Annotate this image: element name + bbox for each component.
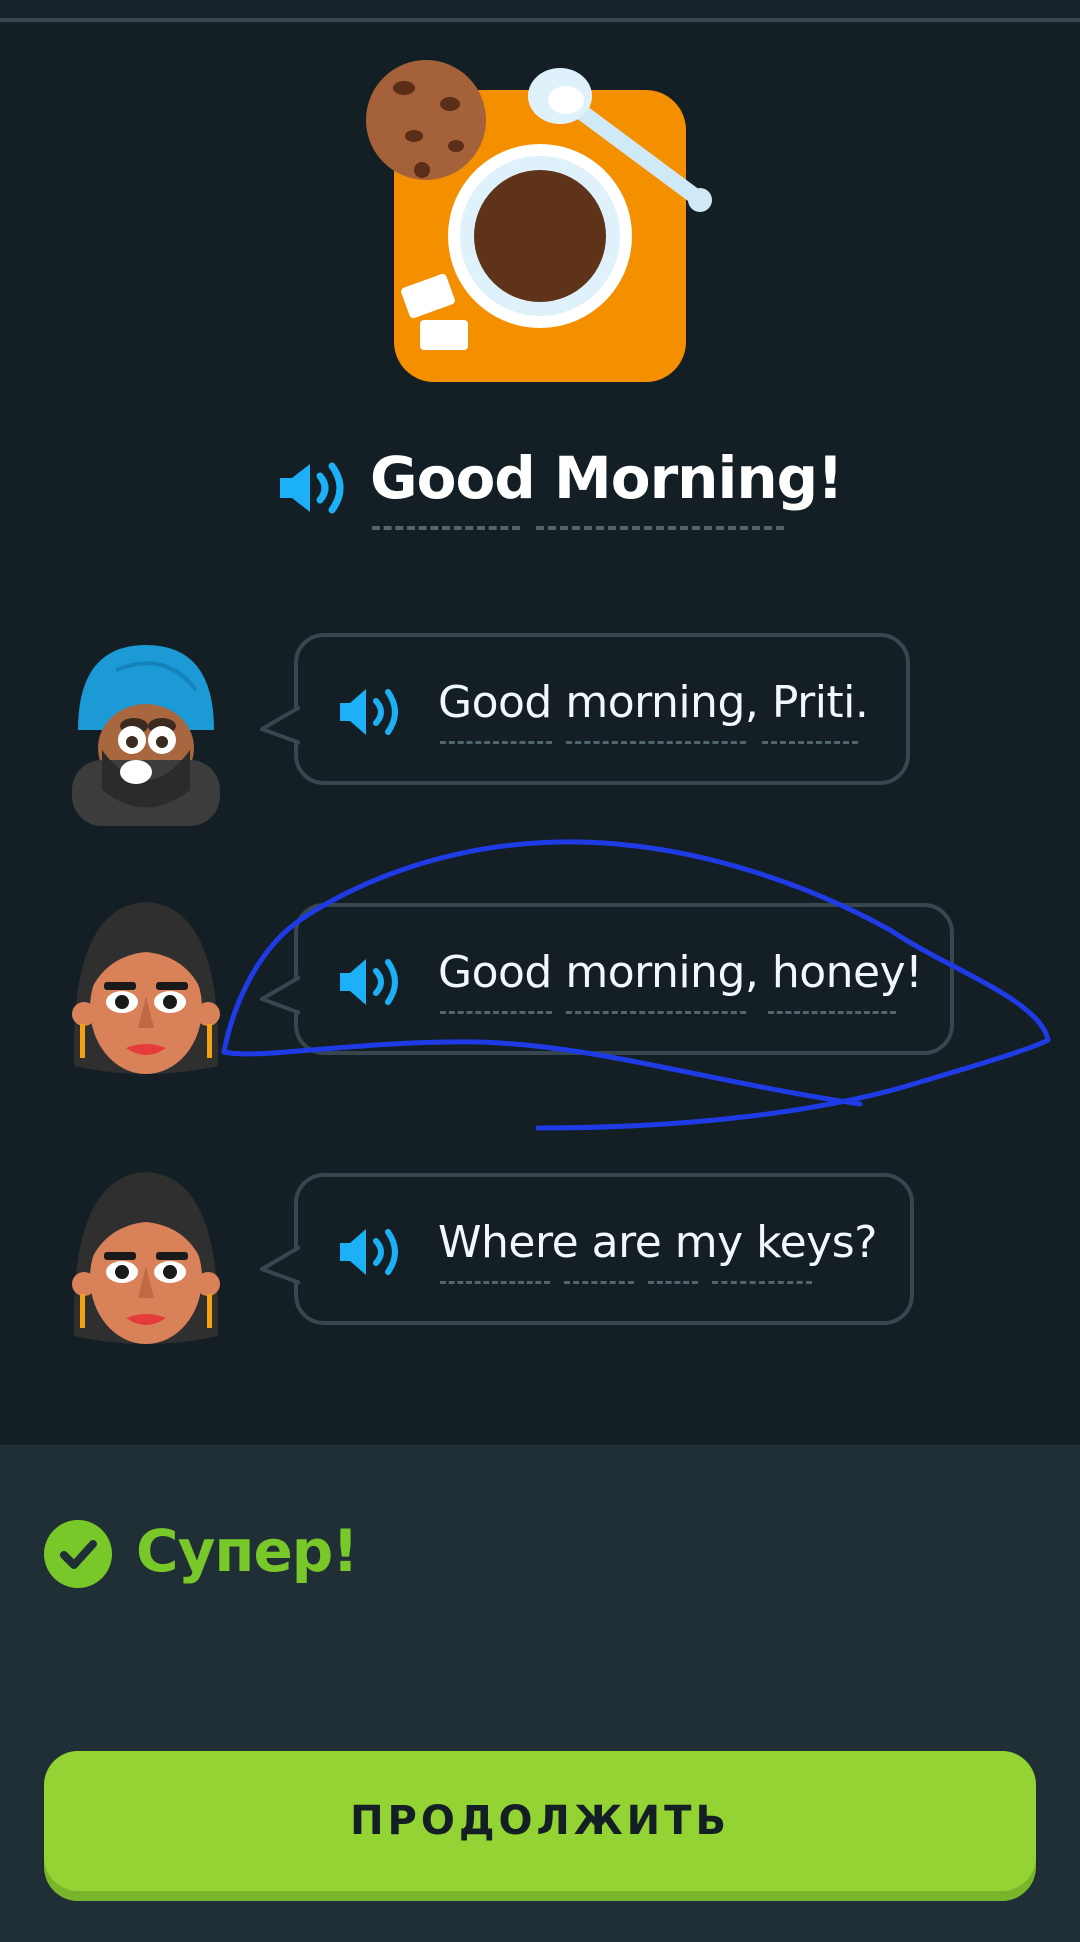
speaker-icon[interactable] [336, 955, 406, 1009]
dialogue-bubble[interactable]: Good morning, honey! [260, 903, 954, 1055]
word-underline [440, 1281, 550, 1284]
progress-divider [0, 18, 1080, 22]
word-underline [762, 741, 858, 744]
dialogue-bubble[interactable]: Where are my keys? [260, 1173, 914, 1325]
word-underline [712, 1281, 812, 1284]
word-underline [648, 1281, 698, 1284]
word-underline [440, 1011, 552, 1014]
lesson-title[interactable]: Good Morning! [370, 444, 844, 512]
word-underline [440, 741, 552, 744]
avatar-man-turban [72, 645, 220, 826]
avatar-woman [72, 902, 220, 1074]
word-underline [566, 1011, 746, 1014]
lesson-title-row: Good Morning! [0, 444, 1080, 538]
check-circle-icon [44, 1520, 112, 1588]
word-underline [564, 1281, 634, 1284]
dialogue-text[interactable]: Good morning, Priti. [438, 677, 869, 728]
avatar-woman [72, 1172, 220, 1344]
dialogue-text[interactable]: Good morning, honey! [438, 947, 923, 998]
feedback-message: Супер! [136, 1517, 359, 1585]
speaker-icon[interactable] [336, 685, 406, 739]
speaker-icon[interactable] [276, 458, 348, 518]
dialogue-text[interactable]: Where are my keys? [438, 1217, 877, 1268]
bubble-tail [260, 705, 300, 745]
continue-button[interactable]: ПРОДОЛЖИТЬ [44, 1751, 1036, 1891]
coffee-illustration [366, 60, 712, 382]
bubble-tail [260, 1245, 300, 1285]
feedback-sheet: Супер! ПРОДОЛЖИТЬ [0, 1445, 1080, 1942]
dialogue-bubble[interactable]: Good morning, Priti. [260, 633, 910, 785]
word-underline [768, 1011, 896, 1014]
word-underline [372, 526, 520, 530]
speaker-icon[interactable] [336, 1225, 406, 1279]
continue-button-label: ПРОДОЛЖИТЬ [350, 1798, 730, 1844]
word-underline [566, 741, 746, 744]
bubble-tail [260, 975, 300, 1015]
word-underline [536, 526, 784, 530]
